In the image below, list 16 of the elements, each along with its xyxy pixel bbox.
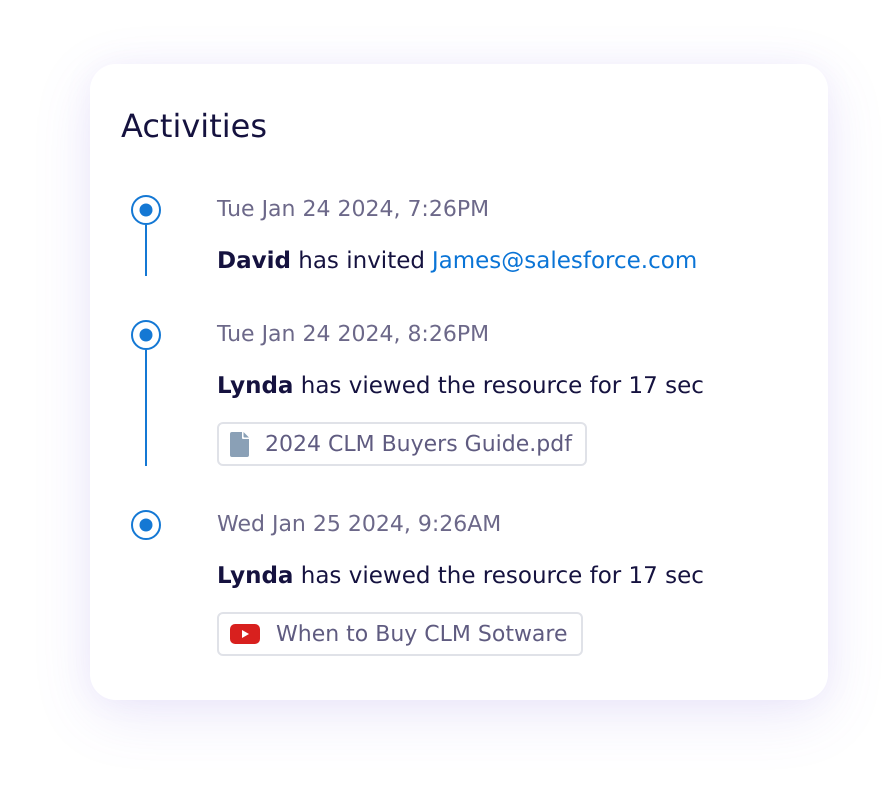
activity-text: David has invited James@salesforce.com [217,247,698,276]
document-icon [230,432,249,456]
activity-timestamp: Tue Jan 24 2024, 7:26PM [217,196,490,224]
email-link[interactable]: James@salesforce.com [432,248,698,274]
attachment-button[interactable]: When to Buy CLM Sotware [217,612,583,656]
activity-timestamp: Tue Jan 24 2024, 8:26PM [217,321,490,349]
video-play-icon [230,624,260,644]
timeline-dot-icon [131,510,161,540]
timeline-dot-icon [131,320,161,350]
activity-text: Lynda has viewed the resource for 17 sec [217,562,704,591]
card-title: Activities [121,106,267,146]
attachment-button[interactable]: 2024 CLM Buyers Guide.pdf [217,422,587,466]
timeline-line [145,225,147,276]
activity-text: Lynda has viewed the resource for 17 sec [217,372,704,401]
timeline-dot-icon [131,195,161,225]
activity-timestamp: Wed Jan 25 2024, 9:26AM [217,511,502,539]
